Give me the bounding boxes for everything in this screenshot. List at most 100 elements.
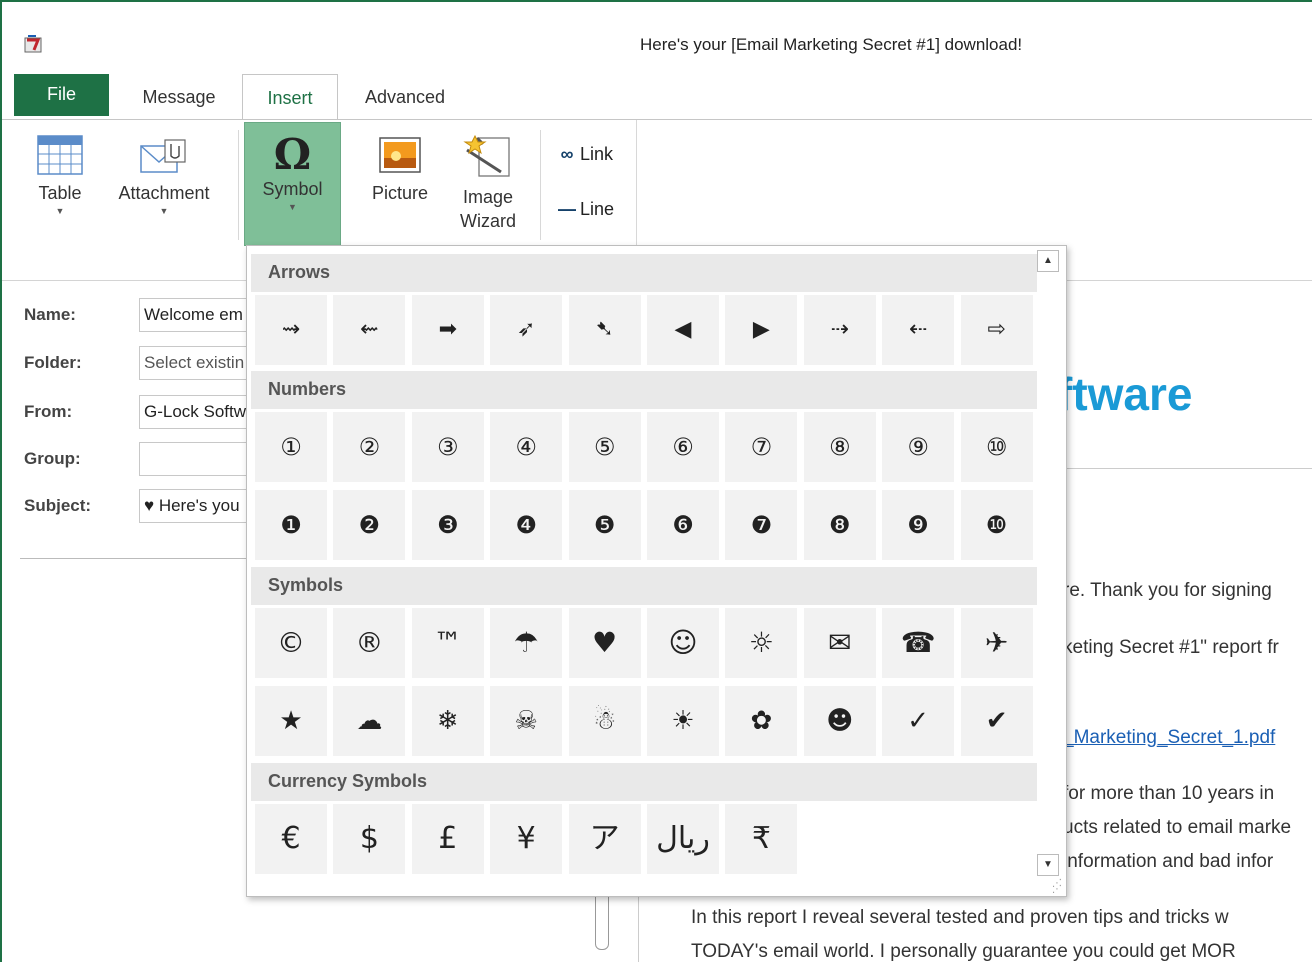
table-icon — [37, 135, 83, 175]
symbol-cell[interactable]: ♥ — [568, 608, 641, 678]
symbol-button[interactable]: Ω Symbol ▼ — [244, 122, 341, 246]
ribbon-separator — [540, 130, 541, 240]
symbol-cell[interactable]: ☻ — [803, 686, 876, 756]
symbol-cell[interactable]: ₹ — [725, 804, 798, 874]
table-button[interactable]: Table ▼ — [20, 134, 100, 216]
symbol-cell[interactable]: ❷ — [333, 490, 406, 560]
symbol-cell[interactable]: ➡ — [411, 295, 484, 365]
symbol-cell[interactable]: ☎ — [882, 608, 955, 678]
symbol-cell[interactable]: ✉ — [803, 608, 876, 678]
symbol-cell[interactable]: ➶ — [490, 295, 563, 365]
tab-advanced[interactable]: Advanced — [346, 74, 464, 120]
link-button[interactable]: ∞ Link — [554, 144, 613, 165]
symbol-cell[interactable]: ① — [255, 412, 327, 482]
symbol-cell[interactable]: $ — [333, 804, 406, 874]
chevron-down-icon: ▼ — [159, 206, 169, 216]
attachment-icon — [140, 139, 186, 173]
ribbon-separator — [238, 130, 239, 240]
symbol-cell[interactable]: ▶ — [725, 295, 798, 365]
symbol-cell[interactable]: ⇨ — [960, 295, 1033, 365]
symbol-cell[interactable]: ☃ — [568, 686, 641, 756]
symbol-cell[interactable]: ¥ — [490, 804, 563, 874]
scroll-up-button[interactable]: ▲ — [1037, 250, 1059, 272]
picture-button[interactable]: Picture — [360, 134, 440, 206]
tab-message[interactable]: Message — [124, 74, 234, 120]
tab-file[interactable]: File — [14, 74, 109, 116]
symbol-cell[interactable]: ❼ — [725, 490, 798, 560]
symbol-cell[interactable]: € — [255, 804, 327, 874]
symbol-cell[interactable]: ❹ — [490, 490, 563, 560]
symbol-cell[interactable]: ② — [333, 412, 406, 482]
symbol-cell[interactable]: ⇝ — [255, 295, 327, 365]
symbol-cell[interactable]: ⑦ — [725, 412, 798, 482]
symbol-cell[interactable]: ⑩ — [960, 412, 1033, 482]
symbol-cell[interactable]: ④ — [490, 412, 563, 482]
symbol-cell[interactable]: ア — [568, 804, 641, 874]
symbol-cell[interactable]: ❽ — [803, 490, 876, 560]
attachment-button[interactable]: Attachment ▼ — [106, 134, 222, 216]
link-label: Link — [580, 144, 614, 164]
title-bar: Here's your [Email Marketing Secret #1] … — [2, 2, 1312, 74]
chevron-down-icon: ▼ — [55, 206, 65, 216]
symbol-cell[interactable]: ™ — [411, 608, 484, 678]
symbol-cell[interactable]: ⑥ — [647, 412, 719, 482]
group-header-symbols: Symbols — [251, 567, 1037, 605]
symbol-cell[interactable]: ➷ — [568, 295, 641, 365]
scroll-down-button[interactable]: ▼ — [1037, 854, 1059, 876]
gallery-scrollbar[interactable]: ▲ ▼ — [1037, 250, 1059, 880]
preview-text-line: keting Secret #1" report fr — [1063, 637, 1279, 658]
symbol-cell[interactable]: ◀ — [647, 295, 719, 365]
link-icon: ∞ — [560, 144, 574, 164]
line-label: Line — [580, 199, 615, 219]
omega-icon: Ω — [273, 130, 312, 179]
preview-text-line: for more than 10 years in — [1063, 783, 1275, 804]
symbol-cell[interactable]: ☺ — [647, 608, 719, 678]
symbol-cell[interactable]: ☂ — [490, 608, 563, 678]
symbol-cell[interactable]: ❺ — [568, 490, 641, 560]
symbol-cell[interactable]: ⇢ — [803, 295, 876, 365]
symbol-cell[interactable]: ✔ — [960, 686, 1033, 756]
brand-logo-text: ftware — [1057, 368, 1193, 420]
table-label: Table — [38, 183, 82, 203]
symbol-cell[interactable]: ® — [333, 608, 406, 678]
symbol-cell[interactable]: ⇜ — [333, 295, 406, 365]
symbol-cell[interactable]: £ — [411, 804, 484, 874]
image-wizard-label-1: Image — [462, 187, 514, 207]
symbol-cell[interactable]: ☀ — [647, 686, 719, 756]
image-wizard-button[interactable]: Image Wizard — [446, 132, 530, 232]
symbol-cell[interactable]: ☠ — [490, 686, 563, 756]
ribbon-tabs: File Message Insert Advanced — [2, 74, 1312, 121]
symbol-gallery-dropdown: Arrows ⇝ ⇜ ➡ ➶ ➷ ◀ ▶ ⇢ ⇠ ⇨ Numbers ①②③④⑤⑥⑦⑧⑨⑩ ❶❷❸… — [246, 245, 1067, 897]
symbol-cell[interactable]: ❾ — [882, 490, 955, 560]
resize-grip-icon[interactable]: ⋰ ⋰ — [1052, 879, 1062, 895]
symbol-cell[interactable]: ⑤ — [568, 412, 641, 482]
symbol-cell[interactable]: ⑨ — [882, 412, 955, 482]
line-icon: — — [558, 199, 576, 219]
window-title: Here's your [Email Marketing Secret #1] … — [640, 35, 1023, 54]
line-button[interactable]: — Line — [554, 199, 614, 220]
preview-text-line: information and bad infor — [1063, 851, 1274, 872]
group-header-arrows: Arrows — [251, 254, 1037, 292]
symbol-cell[interactable]: ❄ — [411, 686, 484, 756]
symbol-cell[interactable]: ☼ — [725, 608, 798, 678]
symbol-cell[interactable]: ✿ — [725, 686, 798, 756]
symbol-cell[interactable]: ⇠ — [882, 295, 955, 365]
symbol-cell[interactable]: ❸ — [411, 490, 484, 560]
folder-label: Folder: — [24, 353, 82, 372]
symbol-cell[interactable]: ❶ — [255, 490, 327, 560]
group-label: Group: — [24, 449, 81, 468]
symbol-cell[interactable]: ★ — [255, 686, 327, 756]
symbol-cell[interactable]: ③ — [411, 412, 484, 482]
image-wizard-label-2: Wizard — [459, 211, 516, 231]
symbol-cell[interactable]: ☁ — [333, 686, 406, 756]
symbol-cell[interactable]: ❿ — [960, 490, 1033, 560]
download-link[interactable]: _Marketing_Secret_1.pdf — [1063, 727, 1275, 749]
tab-insert[interactable]: Insert — [242, 74, 338, 121]
symbol-cell[interactable]: ✓ — [882, 686, 955, 756]
symbol-cell[interactable]: © — [255, 608, 327, 678]
symbol-cell[interactable]: ❻ — [647, 490, 719, 560]
symbol-cell[interactable]: ⑧ — [803, 412, 876, 482]
symbol-cell[interactable]: ✈ — [960, 608, 1033, 678]
attachment-label: Attachment — [118, 183, 210, 203]
symbol-cell[interactable]: ريال — [647, 804, 719, 874]
